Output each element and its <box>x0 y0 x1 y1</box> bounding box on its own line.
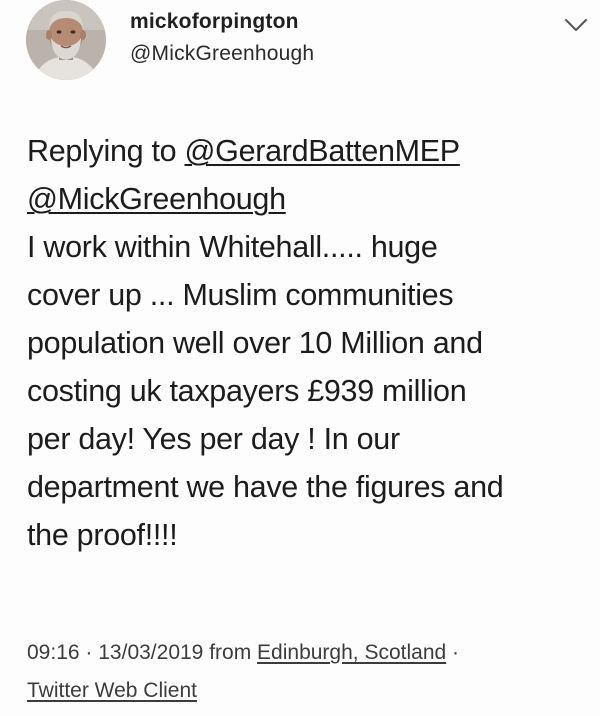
tweet-meta: 09:16 · 13/03/2019 from Edinburgh, Scotl… <box>27 634 587 710</box>
tweet-date: 13/03/2019 <box>98 641 204 664</box>
tweet-card: mickoforpington @MickGreenhough Replying… <box>0 0 600 716</box>
source-link[interactable]: Twitter Web Client <box>27 679 197 702</box>
tweet-text-line: department we have the figures and <box>27 470 504 504</box>
tweet-text-line: cover up ... Muslim communities <box>27 278 454 312</box>
from-label: from <box>209 641 252 664</box>
tweet-text-line: per day! Yes per day ! In our <box>27 422 400 456</box>
avatar-image <box>26 0 106 80</box>
location-link[interactable]: Edinburgh, Scotland <box>257 641 446 664</box>
tweet-text-line: population well over 10 Million and <box>27 326 483 360</box>
tweet-text-line: the proof!!!! <box>27 518 178 552</box>
tweet-body: Replying to @GerardBattenMEP @MickGreenh… <box>27 127 587 559</box>
tweet-text-line: I work within Whitehall..... huge <box>27 230 438 264</box>
chevron-down-icon[interactable] <box>563 14 589 36</box>
tweet-text-line: costing uk taxpayers £939 million <box>27 374 467 408</box>
meta-separator: · <box>85 641 93 664</box>
mention-link[interactable]: @MickGreenhough <box>27 182 286 216</box>
avatar[interactable] <box>26 0 106 80</box>
user-handle[interactable]: @MickGreenhough <box>130 42 314 66</box>
reply-line: Replying to @GerardBattenMEP <box>27 127 587 175</box>
tweet-time: 09:16 <box>27 641 80 664</box>
display-name[interactable]: mickoforpington <box>130 10 299 34</box>
reply-line: @MickGreenhough <box>27 175 587 223</box>
replying-to-label: Replying to <box>27 134 177 168</box>
mention-link[interactable]: @GerardBattenMEP <box>184 134 460 168</box>
meta-separator: · <box>452 641 460 664</box>
